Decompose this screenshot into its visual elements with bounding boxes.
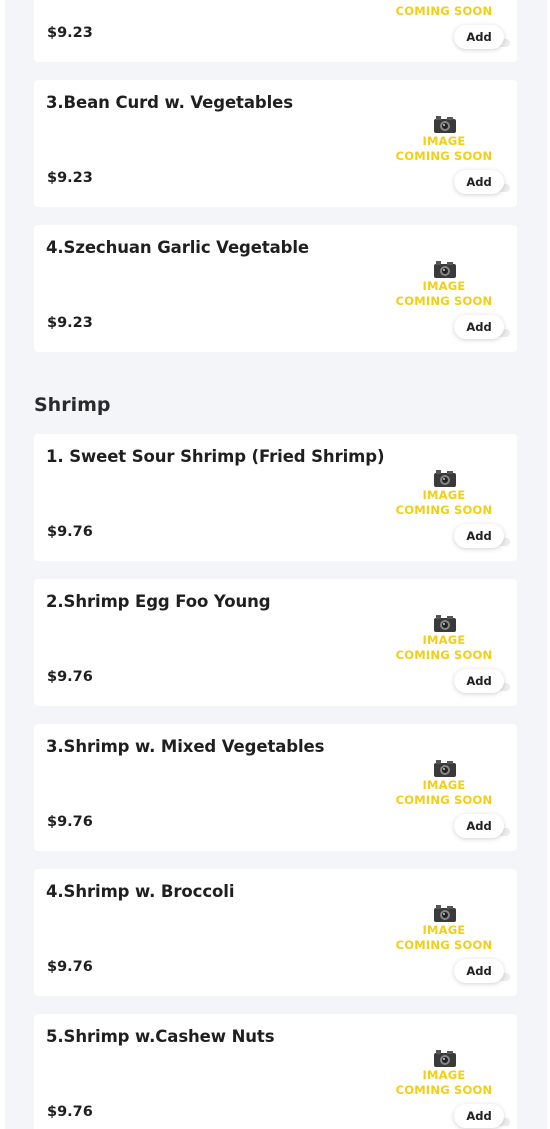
item-price: $9.76 (47, 959, 93, 975)
item-price: $9.76 (47, 669, 93, 685)
add-button[interactable]: Add (454, 315, 504, 339)
add-button[interactable]: Add (454, 959, 504, 983)
camera-icon (433, 468, 457, 488)
item-price: $9.76 (47, 1104, 93, 1120)
camera-icon (433, 1048, 457, 1068)
section-title-shrimp: Shrimp (34, 394, 111, 416)
menu-list: $9.23 IMAGECOMING SOON Add 3.Bean Curd w… (5, 0, 547, 1129)
image-coming-soon-text: IMAGECOMING SOON (395, 279, 493, 308)
menu-item-card[interactable]: 4.Shrimp w. Broccoli $9.76 IMAGE COMING S… (34, 869, 517, 996)
add-button[interactable]: Add (454, 814, 504, 838)
add-button[interactable]: Add (454, 170, 504, 194)
menu-item-card[interactable]: 2.Shrimp Egg Foo Young $9.76 IMAGE COMING… (34, 579, 517, 706)
item-name: 1. Sweet Sour Shrimp (Fried Shrimp) (46, 447, 385, 466)
add-button[interactable]: Add (454, 25, 504, 49)
image-coming-soon-text: IMAGECOMING SOON (395, 0, 493, 18)
menu-item-card[interactable]: 5.Shrimp w.Cashew Nuts $9.76 IMAGE COMING… (34, 1014, 517, 1129)
item-price: $9.23 (47, 170, 93, 186)
item-price: $9.76 (47, 814, 93, 830)
menu-item-card[interactable]: 4.Szechuan Garlic Vegetable $9.23 IMAGE C… (34, 225, 517, 352)
menu-item-card[interactable]: 3.Shrimp w. Mixed Vegetables $9.76 IMAGE… (34, 724, 517, 851)
item-name: 4.Szechuan Garlic Vegetable (46, 238, 310, 257)
menu-item-card[interactable]: $9.23 IMAGECOMING SOON Add (34, 0, 517, 62)
image-coming-soon-text: IMAGECOMING SOON (395, 778, 493, 807)
image-coming-soon-text: IMAGECOMING SOON (395, 633, 493, 662)
add-button[interactable]: Add (454, 524, 504, 548)
item-name: 5.Shrimp w.Cashew Nuts (46, 1027, 275, 1046)
image-coming-soon-text: IMAGECOMING SOON (395, 488, 493, 517)
menu-item-card[interactable]: 3.Bean Curd w. Vegetables $9.23 IMAGE COM… (34, 80, 517, 207)
image-coming-soon-text: IMAGECOMING SOON (395, 1068, 493, 1097)
add-button[interactable]: Add (454, 669, 504, 693)
camera-icon (433, 758, 457, 778)
camera-icon (433, 259, 457, 279)
camera-icon (433, 613, 457, 633)
item-price: $9.23 (47, 315, 93, 331)
item-name: 3.Bean Curd w. Vegetables (46, 93, 293, 112)
image-coming-soon-text: IMAGECOMING SOON (395, 134, 493, 163)
item-name: 3.Shrimp w. Mixed Vegetables (46, 737, 325, 756)
camera-icon (433, 903, 457, 923)
menu-item-card[interactable]: 1. Sweet Sour Shrimp (Fried Shrimp) $9.7… (34, 434, 517, 561)
camera-icon (433, 114, 457, 134)
item-name: 2.Shrimp Egg Foo Young (46, 592, 271, 611)
item-price: $9.23 (47, 25, 93, 41)
item-name: 4.Shrimp w. Broccoli (46, 882, 235, 901)
item-price: $9.76 (47, 524, 93, 540)
image-coming-soon-text: IMAGECOMING SOON (395, 923, 493, 952)
add-button[interactable]: Add (454, 1104, 504, 1128)
